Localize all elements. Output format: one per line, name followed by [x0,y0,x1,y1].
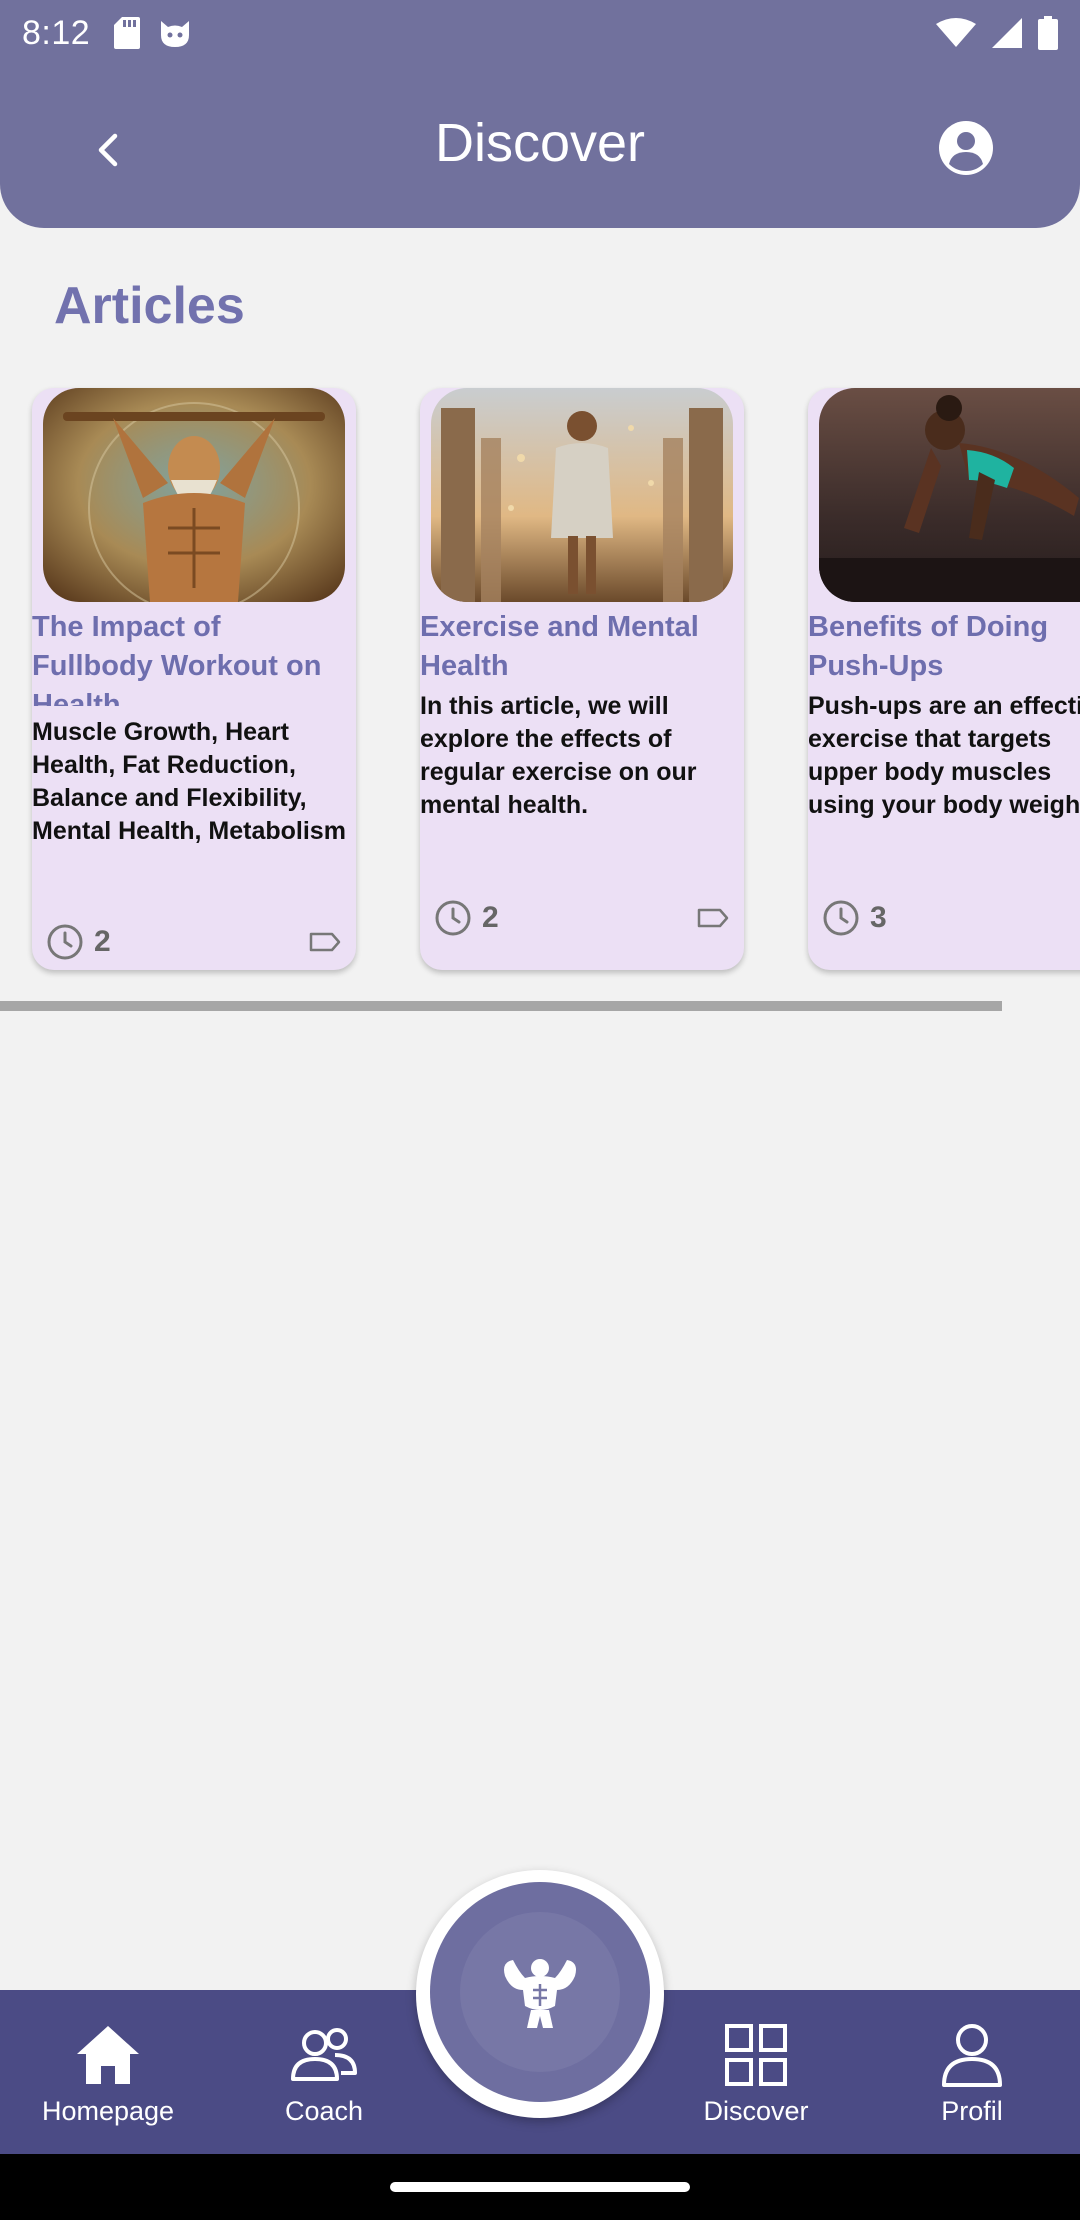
nav-item-discover[interactable]: Discover [656,1990,856,2154]
home-gesture-handle[interactable] [390,2182,690,2192]
clock-icon [823,900,859,936]
account-button[interactable] [938,120,998,180]
article-title: Exercise and Mental Health [420,611,699,682]
article-footer: 2 [46,920,342,964]
status-system-icons [936,16,1058,50]
status-bar: 8:12 [0,0,1080,66]
workout-fab-container [416,1870,664,2118]
bodybuilder-icon [504,1959,576,2028]
status-time: 8:12 [22,13,91,52]
article-read-time: 2 [94,925,111,958]
section-title-articles: Articles [54,277,245,335]
article-footer: 2 [434,896,730,940]
wifi-icon [936,18,976,47]
tag-icon[interactable] [696,907,730,929]
nav-item-coach[interactable]: Coach [224,1990,424,2154]
account-circle-icon [939,121,993,175]
article-footer: 3 [822,896,1080,940]
clock-icon [47,924,83,960]
article-card[interactable]: Exercise and Mental Health In this artic… [420,388,744,970]
article-image-fullbody [43,388,345,602]
clock-icon [435,900,471,936]
sd-card-icon [114,17,141,49]
cat-face-icon [161,21,190,47]
signal-icon [992,18,1022,48]
nav-item-homepage[interactable]: Homepage [8,1990,208,2154]
article-description: Muscle Growth, Heart Health, Fat Reducti… [32,718,346,845]
status-notification-icons [114,17,192,49]
article-card[interactable]: The Impact of Fullbody Workout on Health… [32,388,356,970]
app-bar: Discover [0,66,1080,228]
coach-icon [291,2028,357,2081]
nav-label: Discover [703,2096,809,2126]
article-description: In this article, we will explore the eff… [420,692,697,819]
article-card[interactable]: Benefits of Doing Push-Ups Push-ups are … [808,388,1080,970]
home-icon [77,2026,139,2084]
grid-icon [725,2024,787,2086]
article-read-time: 2 [482,901,499,934]
horizontal-scrollbar[interactable] [0,1001,1002,1011]
nav-item-profil[interactable]: Profil [872,1990,1072,2154]
workout-fab-button[interactable] [430,1882,650,2102]
article-image-push-ups [819,388,1080,602]
person-icon [942,2024,1002,2087]
nav-label: Homepage [41,2096,175,2126]
page-title: Discover [434,113,646,173]
battery-icon [1038,16,1058,50]
nav-label: Profil [941,2096,1003,2126]
article-image-mental-health [431,388,733,602]
article-read-time: 3 [870,901,887,934]
article-description: Push-ups are an effective exercise that … [808,692,1080,819]
article-title: The Impact of Fullbody Workout on Health [32,611,322,706]
system-gesture-area [0,2154,1080,2220]
nav-label: Coach [284,2096,364,2126]
tag-icon[interactable] [308,931,342,953]
article-title: Benefits of Doing Push-Ups [808,611,1049,682]
